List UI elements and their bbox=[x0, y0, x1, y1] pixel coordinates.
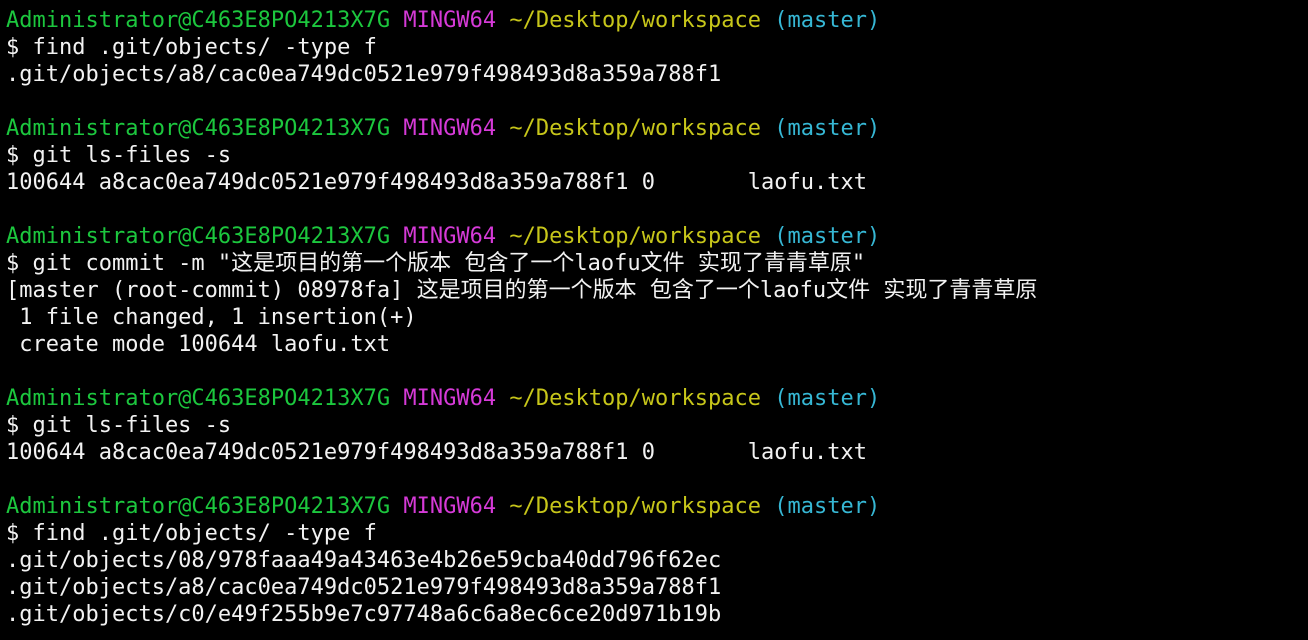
output-line: .git/objects/08/978faaa49a43463e4b26e59c… bbox=[6, 548, 722, 573]
prompt-env: MINGW64 bbox=[403, 8, 497, 33]
output-line: create mode 100644 laofu.txt bbox=[6, 332, 391, 357]
prompt-line: Administrator@C463E8PO4213X7G MINGW64 ~/… bbox=[6, 115, 1308, 142]
prompt-env: MINGW64 bbox=[403, 224, 497, 249]
prompt-path: ~/Desktop/workspace bbox=[509, 116, 761, 141]
prompt-line: Administrator@C463E8PO4213X7G MINGW64 ~/… bbox=[6, 7, 1308, 34]
prompt-user-host: Administrator@C463E8PO4213X7G bbox=[6, 386, 391, 411]
prompt-env: MINGW64 bbox=[403, 116, 497, 141]
output-line: [master (root-commit) 08978fa] 这是项目的第一个版… bbox=[6, 278, 1038, 303]
output-line: 1 file changed, 1 insertion(+) bbox=[6, 305, 417, 330]
output-line: 100644 a8cac0ea749dc0521e979f498493d8a35… bbox=[6, 170, 867, 195]
prompt-line: Administrator@C463E8PO4213X7G MINGW64 ~/… bbox=[6, 385, 1308, 412]
prompt-branch: (master) bbox=[774, 116, 881, 141]
prompt-user-host: Administrator@C463E8PO4213X7G bbox=[6, 224, 391, 249]
output-line: 100644 a8cac0ea749dc0521e979f498493d8a35… bbox=[6, 440, 867, 465]
prompt-user-host: Administrator@C463E8PO4213X7G bbox=[6, 116, 391, 141]
prompt-line: Administrator@C463E8PO4213X7G MINGW64 ~/… bbox=[6, 223, 1308, 250]
prompt-user-host: Administrator@C463E8PO4213X7G bbox=[6, 8, 391, 33]
output-line: .git/objects/c0/e49f255b9e7c97748a6c6a8e… bbox=[6, 602, 722, 627]
command-line: $ find .git/objects/ -type f bbox=[6, 35, 377, 60]
prompt-line: Administrator@C463E8PO4213X7G MINGW64 ~/… bbox=[6, 493, 1308, 520]
prompt-branch: (master) bbox=[774, 386, 881, 411]
prompt-branch: (master) bbox=[774, 494, 881, 519]
output-line: .git/objects/a8/cac0ea749dc0521e979f4984… bbox=[6, 575, 722, 600]
prompt-path: ~/Desktop/workspace bbox=[509, 8, 761, 33]
prompt-user-host: Administrator@C463E8PO4213X7G bbox=[6, 494, 391, 519]
prompt-env: MINGW64 bbox=[403, 494, 497, 519]
prompt-env: MINGW64 bbox=[403, 386, 497, 411]
command-line: $ git commit -m "这是项目的第一个版本 包含了一个laofu文件… bbox=[6, 251, 866, 276]
terminal-window[interactable]: Administrator@C463E8PO4213X7G MINGW64 ~/… bbox=[0, 0, 1308, 640]
prompt-path: ~/Desktop/workspace bbox=[509, 224, 761, 249]
prompt-path: ~/Desktop/workspace bbox=[509, 494, 761, 519]
command-line: $ git ls-files -s bbox=[6, 143, 232, 168]
prompt-path: ~/Desktop/workspace bbox=[509, 386, 761, 411]
output-line: .git/objects/a8/cac0ea749dc0521e979f4984… bbox=[6, 62, 722, 87]
command-line: $ find .git/objects/ -type f bbox=[6, 521, 377, 546]
prompt-branch: (master) bbox=[774, 224, 881, 249]
command-line: $ git ls-files -s bbox=[6, 413, 232, 438]
prompt-branch: (master) bbox=[774, 8, 881, 33]
